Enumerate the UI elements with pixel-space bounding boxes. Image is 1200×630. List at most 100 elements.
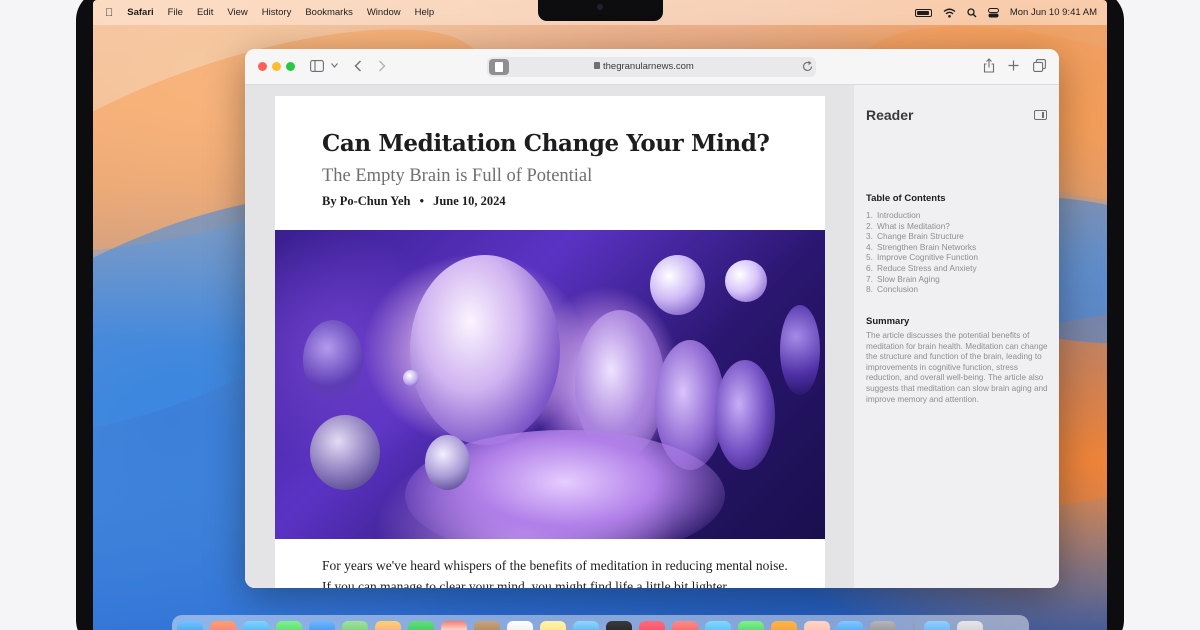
dock <box>172 615 1029 630</box>
toc-number: 4. <box>866 241 873 252</box>
article-title: Can Meditation Change Your Mind? <box>322 130 770 157</box>
menu-help[interactable]: Help <box>415 7 435 18</box>
numbers-icon[interactable] <box>738 621 764 630</box>
bubble <box>310 415 380 490</box>
reader-sidebar: Reader Table of Contents 1. Introduction … <box>854 85 1059 588</box>
apple-logo-icon[interactable]:  <box>105 7 113 19</box>
zoom-window-button[interactable] <box>286 62 295 71</box>
reader-icon[interactable] <box>489 59 509 75</box>
summary-heading: Summary <box>866 316 910 327</box>
lock-icon <box>594 62 600 69</box>
toc-number: 6. <box>866 262 873 273</box>
bubble <box>403 370 419 386</box>
toc-number: 5. <box>866 252 873 263</box>
menu-history[interactable]: History <box>262 7 292 18</box>
camera-notch <box>538 0 663 21</box>
safari-toolbar: thegranularnews.com <box>245 49 1059 85</box>
toc-label: Introduction <box>877 210 921 220</box>
toc-item-what-is-meditation[interactable]: 2. What is Meditation? <box>866 221 978 232</box>
toc-label: Change Brain Structure <box>877 231 964 242</box>
plus-icon[interactable] <box>1008 60 1019 71</box>
toc-label: What is Meditation? <box>877 220 950 231</box>
trash-icon[interactable] <box>957 621 983 630</box>
menu-window[interactable]: Window <box>367 7 401 18</box>
sidebar-icon[interactable] <box>310 60 324 72</box>
toc-number: 8. <box>866 284 873 295</box>
toc-number: 2. <box>866 220 873 231</box>
toc-number: 7. <box>866 273 873 284</box>
article-author: By Po-Chun Yeh <box>322 194 411 208</box>
safari-window: thegranularnews.com Can Meditation Chang… <box>245 49 1059 588</box>
tab-overview-icon[interactable] <box>1033 59 1046 72</box>
calendar-icon[interactable] <box>441 621 467 630</box>
toc-item-strengthen-brain-networks[interactable]: 4. Strengthen Brain Networks <box>866 242 978 253</box>
music-icon[interactable] <box>639 621 665 630</box>
head-silhouette <box>715 360 775 470</box>
sidebar-toggle-icon[interactable] <box>1034 110 1047 120</box>
pages-icon[interactable] <box>771 621 797 630</box>
facetime-icon[interactable] <box>408 621 434 630</box>
camera <box>597 4 603 10</box>
battery-icon[interactable] <box>914 8 932 17</box>
toc-label: Reduce Stress and Anxiety <box>877 262 977 273</box>
toc-label: Slow Brain Aging <box>877 273 940 284</box>
minimize-window-button[interactable] <box>272 62 281 71</box>
toc-item-change-brain-structure[interactable]: 3. Change Brain Structure <box>866 231 978 242</box>
control-center-icon[interactable] <box>987 7 999 18</box>
freeform-icon[interactable] <box>573 621 599 630</box>
menu-bookmarks[interactable]: Bookmarks <box>305 7 353 18</box>
messages-icon[interactable] <box>276 621 302 630</box>
toc-item-slow-brain-aging[interactable]: 7. Slow Brain Aging <box>866 274 978 285</box>
system-settings-icon[interactable] <box>870 621 896 630</box>
bubble <box>425 435 470 490</box>
menu-clock[interactable]: Mon Jun 10 9:41 AM <box>1010 7 1097 18</box>
table-of-contents: 1. Introduction 2. What is Meditation? 3. C… <box>866 210 978 295</box>
reminders-icon[interactable] <box>507 621 533 630</box>
head-silhouette <box>410 255 560 445</box>
downloads-folder-icon[interactable] <box>924 621 950 630</box>
spotlight-search-icon[interactable] <box>967 7 977 18</box>
tv-icon[interactable] <box>606 621 632 630</box>
toc-number: 1. <box>866 210 873 220</box>
notes-icon[interactable] <box>540 621 566 630</box>
chevron-left-icon[interactable] <box>354 60 362 72</box>
menu-edit[interactable]: Edit <box>197 7 213 18</box>
page-content-area: Can Meditation Change Your Mind? The Emp… <box>245 85 1059 588</box>
toc-item-reduce-stress-and-anxiety[interactable]: 6. Reduce Stress and Anxiety <box>866 263 978 274</box>
hero-image <box>275 230 825 539</box>
maps-icon[interactable] <box>342 621 368 630</box>
toc-item-introduction[interactable]: 1. Introduction <box>866 210 978 221</box>
article-body: For years we've heard whispers of the be… <box>322 558 788 588</box>
app-store-icon[interactable] <box>837 621 863 630</box>
iphone-mirroring-icon[interactable] <box>804 621 830 630</box>
bubble <box>303 320 363 400</box>
wifi-icon[interactable] <box>943 8 956 18</box>
news-icon[interactable] <box>672 621 698 630</box>
article-date: June 10, 2024 <box>433 194 506 208</box>
chevron-down-icon[interactable] <box>331 63 338 68</box>
keynote-icon[interactable] <box>705 621 731 630</box>
contacts-icon[interactable] <box>474 621 500 630</box>
mail-icon[interactable] <box>309 621 335 630</box>
launchpad-icon[interactable] <box>210 621 236 630</box>
menu-file[interactable]: File <box>168 7 183 18</box>
safari-icon[interactable] <box>243 621 269 630</box>
close-window-button[interactable] <box>258 62 267 71</box>
reader-article: Can Meditation Change Your Mind? The Emp… <box>275 96 825 588</box>
article-subtitle: The Empty Brain is Full of Potential <box>322 166 593 186</box>
menu-view[interactable]: View <box>227 7 247 18</box>
finder-icon[interactable] <box>177 621 203 630</box>
share-icon[interactable] <box>983 58 995 73</box>
toc-label: Strengthen Brain Networks <box>877 241 977 252</box>
toc-number: 3. <box>866 231 873 242</box>
chevron-right-icon[interactable] <box>378 60 386 72</box>
photos-icon[interactable] <box>375 621 401 630</box>
toc-item-conclusion[interactable]: 8. Conclusion <box>866 284 978 295</box>
toc-item-improve-cognitive-function[interactable]: 5. Improve Cognitive Function <box>866 252 978 263</box>
bubble <box>650 255 705 315</box>
url-text[interactable]: thegranularnews.com <box>603 61 694 72</box>
reload-icon[interactable] <box>802 61 813 72</box>
bubble <box>780 305 820 395</box>
menu-app-name[interactable]: Safari <box>127 7 153 18</box>
menu-extras: Mon Jun 10 9:41 AM <box>914 0 1097 25</box>
